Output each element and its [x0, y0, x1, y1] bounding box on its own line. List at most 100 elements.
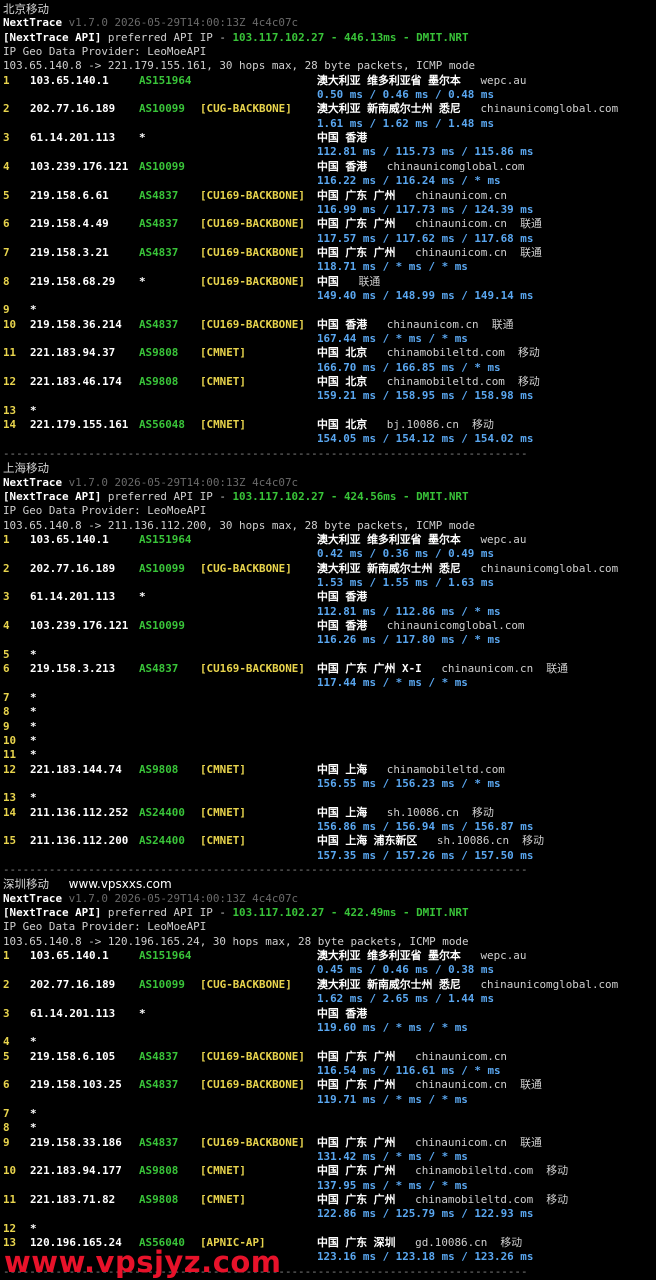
hop-asn: *	[139, 131, 146, 145]
hop-row: 4 103.239.176.121 AS10099 中国 香港 chinaunicom…	[0, 619, 656, 648]
hop-location: 澳大利亚 新南威尔士州 悉尼	[317, 102, 461, 116]
hop-number: 15	[3, 834, 17, 848]
geo-provider-line: IP Geo Data Provider: LeoMoeAPI	[3, 920, 206, 934]
hop-asn: AS9808	[139, 762, 179, 776]
hop-number: 5	[3, 1049, 10, 1063]
hop-row: 2 202.77.16.189 AS10099 [CUG-BACKBONE] 澳大利亚 …	[0, 562, 656, 591]
hop-number: 2	[3, 561, 10, 575]
hop-location: 中国 上海	[317, 762, 368, 776]
hop-hostname: chinaunicom.cn	[415, 1078, 507, 1092]
section-title: 上海移动	[3, 461, 49, 475]
hop-row: 9 *	[0, 720, 656, 734]
hop-isp: 联通	[520, 217, 542, 231]
hop-ip: 202.77.16.189	[30, 977, 116, 991]
version-text: v1.7.0 2026-05-29T14:00:13Z 4c4c07c	[68, 475, 299, 489]
hop-hostname: wepc.au	[480, 949, 527, 963]
hop-number: 12	[3, 1221, 17, 1235]
hop-hostname: chinaunicomglobal.com	[480, 102, 619, 116]
hop-isp: 移动	[500, 1236, 523, 1250]
hop-hostname: chinaunicomglobal.com	[480, 977, 619, 991]
hop-number: 14	[3, 805, 17, 819]
hop-row: 8 *	[0, 1121, 656, 1135]
hop-row: 6 219.158.3.213 AS4837 [CU169-BACKBONE] 中国 广…	[0, 662, 656, 691]
hop-isp: 移动	[522, 834, 544, 848]
hop-backbone-tag: [CUG-BACKBONE]	[200, 977, 292, 991]
hop-ip: 61.14.201.113	[30, 1006, 116, 1020]
hop-hostname: chinamobileltd.com	[386, 762, 505, 776]
hop-isp: 联通	[520, 245, 542, 259]
hop-location: 中国	[317, 274, 339, 288]
hop-backbone-tag: [CU169-BACKBONE]	[200, 1049, 305, 1063]
hop-backbone-tag: [CU169-BACKBONE]	[200, 274, 305, 288]
hop-location: 中国 上海	[317, 805, 368, 819]
hop-asn: AS4837	[139, 217, 179, 231]
hop-geo-info: 澳大利亚 维多利亚省 墨尔本 wepc.au	[317, 949, 540, 963]
api-line: [NextTrace API] preferred API IP - 103.1…	[3, 31, 469, 45]
hop-isp: 移动	[517, 375, 540, 389]
version-line: NextTrace v1.7.0 2026-05-29T14:00:13Z 4c…	[3, 892, 298, 906]
hop-asn: *	[139, 1006, 146, 1020]
route-line: 103.65.140.8 -> 120.196.165.24, 30 hops …	[3, 935, 469, 949]
hop-row: 9 219.158.33.186 AS4837 [CU169-BACKBONE] 中国 …	[0, 1136, 656, 1165]
hop-number: 10	[3, 733, 17, 747]
hop-ip: *	[30, 690, 37, 704]
hop-hostname: gd.10086.cn	[415, 1236, 488, 1250]
hop-geo-info: 澳大利亚 新南威尔士州 悉尼 chinaunicomglobal.com	[317, 102, 631, 116]
hop-row: 2 202.77.16.189 AS10099 [CUG-BACKBONE] 澳大利亚 …	[0, 102, 656, 131]
hop-row: 10 *	[0, 734, 656, 748]
hop-backbone-tag: [CU169-BACKBONE]	[200, 245, 305, 259]
hop-location: 中国 广东 深圳	[317, 1236, 396, 1250]
hop-asn: AS4837	[139, 1135, 179, 1149]
hop-number: 7	[3, 690, 10, 704]
hop-number: 8	[3, 705, 10, 719]
hop-number: 2	[3, 102, 10, 116]
hop-ip: 211.136.112.200	[30, 834, 129, 848]
hop-asn: AS4837	[139, 188, 179, 202]
version-line: NextTrace v1.7.0 2026-05-29T14:00:13Z 4c…	[3, 476, 298, 490]
hop-geo-info: 中国 香港	[317, 1007, 387, 1021]
hop-row: 5 *	[0, 648, 656, 662]
hop-row: 3 61.14.201.113 * 中国 香港 112.81 ms / 115.73 …	[0, 131, 656, 160]
hop-latency: 123.16 ms / 123.18 ms / 123.26 ms	[317, 1250, 534, 1264]
hop-ip: *	[30, 705, 37, 719]
hop-number: 10	[3, 1164, 17, 1178]
hop-ip: 219.158.33.186	[30, 1135, 122, 1149]
hop-ip: 61.14.201.113	[30, 131, 116, 145]
hop-ip: 219.158.36.214	[30, 317, 122, 331]
hop-latency: 159.21 ms / 158.95 ms / 158.98 ms	[317, 389, 534, 403]
hop-latency: 122.86 ms / 125.79 ms / 122.93 ms	[317, 1207, 534, 1221]
hop-asn: *	[139, 274, 146, 288]
hop-row: 4 *	[0, 1035, 656, 1049]
app-name: NextTrace	[3, 16, 63, 30]
hop-ip: 221.183.46.174	[30, 375, 122, 389]
hop-isp: 移动	[546, 1193, 569, 1207]
api-text: preferred API IP -	[107, 489, 233, 503]
hop-number: 11	[3, 1193, 17, 1207]
hop-latency: 117.57 ms / 117.62 ms / 117.68 ms	[317, 231, 534, 245]
hop-hostname: chinamobileltd.com	[386, 375, 505, 389]
hop-isp: 移动	[546, 1164, 569, 1178]
hop-hostname: chinaunicom.cn	[386, 317, 479, 331]
hop-isp: 移动	[472, 805, 494, 819]
hop-ip: 61.14.201.113	[30, 590, 116, 604]
hop-asn: AS9808	[139, 375, 179, 389]
hop-location: 中国 上海 浦东新区	[317, 834, 418, 848]
hop-location: 中国 广东 广州	[317, 217, 396, 231]
hop-row: 11 221.183.94.37 AS9808 [CMNET] 中国 北京 chinam…	[0, 346, 656, 375]
hop-asn: AS10099	[139, 977, 185, 991]
app-name: NextTrace	[3, 891, 63, 905]
hop-latency: 157.35 ms / 157.26 ms / 157.50 ms	[317, 848, 534, 862]
api-tag: [NextTrace API]	[3, 30, 102, 44]
hop-geo-info: 中国 上海 sh.10086.cn 移动	[317, 806, 494, 820]
hop-ip: *	[30, 1106, 37, 1120]
hop-location: 中国 北京	[317, 418, 368, 432]
hop-latency: 166.70 ms / 166.85 ms / * ms	[317, 360, 501, 374]
api-text: preferred API IP -	[107, 30, 233, 44]
hop-latency: 154.05 ms / 154.12 ms / 154.02 ms	[317, 432, 534, 446]
hop-row: 13 *	[0, 791, 656, 805]
hop-row: 5 219.158.6.105 AS4837 [CU169-BACKBONE] 中国 广…	[0, 1050, 656, 1079]
hop-geo-info: 中国 广东 广州 chinaunicom.cn	[317, 189, 520, 203]
hop-isp: 移动	[517, 346, 540, 360]
hop-hostname: chinaunicomglobal.com	[480, 561, 619, 575]
hop-number: 9	[3, 719, 10, 733]
